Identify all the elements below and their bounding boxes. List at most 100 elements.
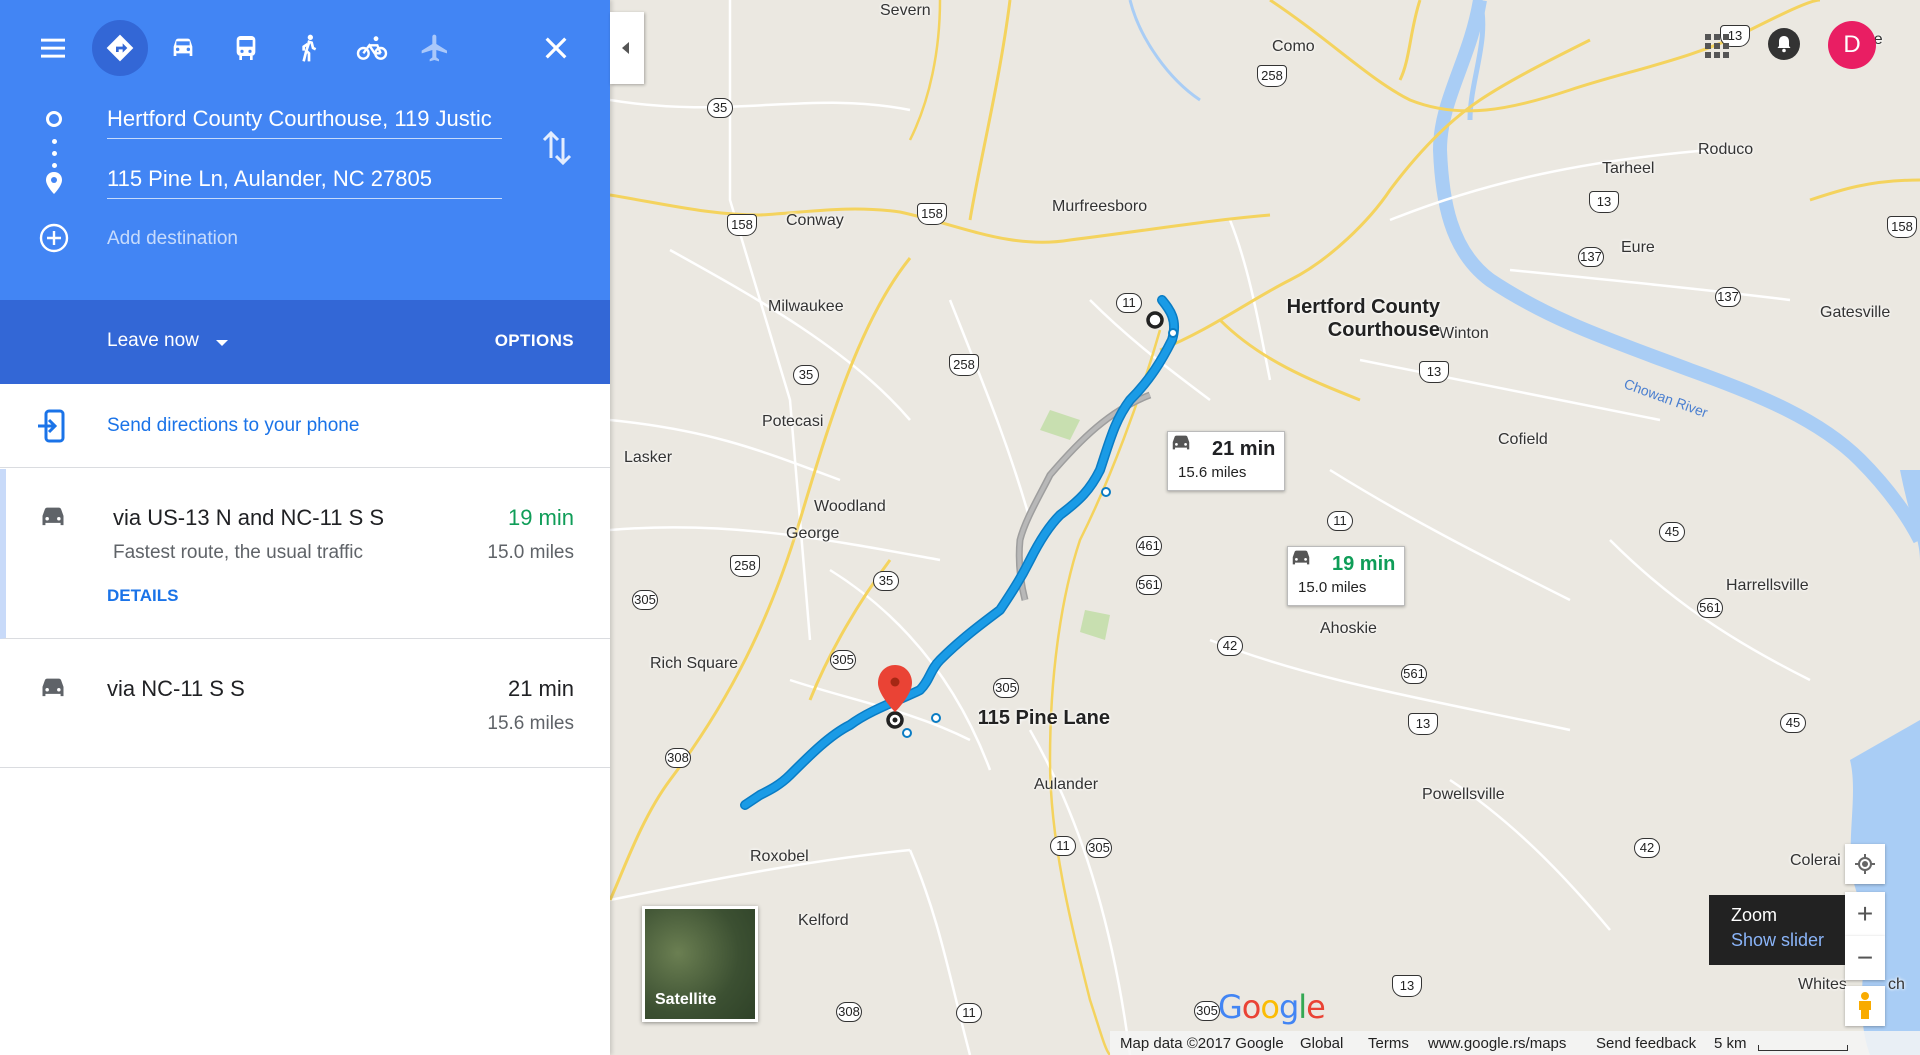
leave-now-dropdown[interactable]: Leave now	[107, 330, 199, 352]
satellite-label: Satellite	[655, 991, 717, 1008]
route-shield: 11	[1116, 293, 1142, 313]
route-shield: 561	[1697, 598, 1723, 618]
place-label: Powellsville	[1422, 786, 1505, 803]
best-route-bubble[interactable]: 19 min 15.0 miles	[1287, 546, 1405, 606]
origin-marker-icon	[46, 111, 62, 127]
place-label: Tarheel	[1602, 160, 1655, 177]
apps-grid-icon[interactable]	[1704, 33, 1730, 59]
place-label: Conway	[786, 212, 844, 229]
directions-header: Hertford County Courthouse, 119 Justic 1…	[0, 0, 610, 300]
route-shield: 305	[1086, 838, 1112, 858]
logo-letter: o	[1260, 988, 1280, 1026]
car-icon	[42, 678, 64, 697]
bubble-duration: 19 min	[1332, 553, 1396, 575]
swap-icon[interactable]	[540, 128, 574, 168]
send-to-phone-link[interactable]: Send directions to your phone	[107, 415, 359, 437]
global-link[interactable]: Global	[1300, 1035, 1343, 1052]
flight-icon[interactable]	[407, 20, 463, 76]
transit-icon[interactable]	[218, 20, 274, 76]
zoom-in-button[interactable]: +	[1845, 892, 1885, 936]
add-destination-icon[interactable]	[38, 222, 70, 254]
add-destination-field[interactable]: Add destination	[107, 228, 238, 250]
route-shield: 11	[956, 1003, 982, 1023]
destination-pin-icon	[46, 172, 62, 194]
place-label: Harrellsville	[1726, 577, 1809, 594]
route-shield: 305	[830, 650, 856, 670]
origin-label: Hertford County Courthouse	[1210, 296, 1440, 342]
car-icon[interactable]	[155, 20, 211, 76]
route-shield: 308	[836, 1002, 862, 1022]
alt-route-bubble[interactable]: 21 min 15.6 miles	[1167, 431, 1285, 491]
zoom-tooltip: Zoom Show slider	[1709, 895, 1845, 965]
route-shield: 42	[1634, 838, 1660, 858]
caret-down-icon[interactable]	[216, 340, 228, 346]
place-label: Como	[1272, 38, 1315, 55]
route-shield: 11	[1327, 511, 1353, 531]
departure-options-bar: Leave now OPTIONS	[0, 300, 610, 384]
collapse-panel-button[interactable]	[610, 12, 644, 84]
logo-letter: o	[1241, 988, 1262, 1026]
place-label: Aulander	[1034, 776, 1099, 793]
route-shield: 11	[1050, 836, 1076, 856]
logo-letter: g	[1278, 988, 1299, 1026]
map-footer: Map data ©2017 Google Global Terms www.g…	[1110, 1031, 1920, 1055]
route-shield: 35	[873, 571, 899, 591]
route-description: Fastest route, the usual traffic	[113, 542, 363, 563]
my-location-icon	[1855, 854, 1875, 874]
route-dot	[52, 151, 57, 156]
terms-link[interactable]: Terms	[1368, 1035, 1409, 1052]
route-option-2[interactable]: via NC-11 S S 21 min 15.6 miles	[0, 640, 610, 768]
car-icon	[1172, 435, 1190, 450]
route-shield: 258	[1257, 65, 1287, 87]
route-distance: 15.0 miles	[487, 542, 574, 563]
bubble-duration: 21 min	[1212, 438, 1276, 460]
scale-label[interactable]: 5 km	[1714, 1035, 1747, 1052]
show-slider-link[interactable]: Show slider	[1731, 930, 1845, 951]
options-button[interactable]: OPTIONS	[495, 331, 574, 351]
send-to-phone-row[interactable]: Send directions to your phone	[0, 384, 610, 468]
directions-icon[interactable]	[92, 20, 148, 76]
place-label: Roxobel	[750, 848, 809, 865]
place-label: Cofield	[1498, 431, 1548, 448]
route-shield: 258	[730, 555, 760, 577]
route-title: via US-13 N and NC-11 S S	[113, 505, 385, 530]
my-location-button[interactable]	[1845, 844, 1885, 884]
route-shield: 305	[1194, 1001, 1220, 1021]
menu-icon[interactable]	[25, 20, 81, 76]
place-label: ch	[1888, 976, 1905, 993]
satellite-toggle[interactable]: Satellite	[642, 906, 758, 1022]
send-to-phone-icon	[38, 409, 65, 443]
logo-letter: G	[1218, 988, 1243, 1026]
route-shield: 137	[1715, 287, 1741, 307]
destination-label: 115 Pine Lane	[977, 707, 1110, 729]
route-shield: 35	[707, 98, 733, 118]
details-link[interactable]: DETAILS	[107, 586, 178, 606]
walk-icon[interactable]	[281, 20, 337, 76]
route-title: via NC-11 S S	[107, 676, 245, 701]
notifications-bell-icon[interactable]	[1768, 28, 1800, 60]
place-label: Ahoskie	[1320, 620, 1377, 637]
send-feedback-link[interactable]: Send feedback	[1596, 1035, 1696, 1052]
place-label: Kelford	[798, 912, 849, 929]
map-data-attribution: Map data ©2017 Google	[1120, 1035, 1284, 1052]
destination-input[interactable]: 115 Pine Ln, Aulander, NC 27805	[107, 159, 502, 199]
bubble-distance: 15.0 miles	[1298, 579, 1367, 596]
close-icon[interactable]	[528, 20, 584, 76]
place-label: Potecasi	[762, 413, 824, 430]
route-shield: 13	[1589, 191, 1619, 213]
directions-panel: Hertford County Courthouse, 119 Justic 1…	[0, 0, 610, 1055]
place-label: George	[786, 525, 840, 542]
pegman-icon	[1859, 992, 1871, 1019]
user-avatar[interactable]: D	[1828, 21, 1876, 69]
bubble-distance: 15.6 miles	[1178, 464, 1247, 481]
site-link[interactable]: www.google.rs/maps	[1428, 1035, 1566, 1052]
route-option-1[interactable]: via US-13 N and NC-11 S S 19 min Fastest…	[0, 469, 610, 639]
route-duration: 21 min	[507, 676, 574, 701]
car-icon	[42, 507, 64, 526]
bike-icon[interactable]	[344, 20, 400, 76]
origin-input[interactable]: Hertford County Courthouse, 119 Justic	[107, 99, 502, 139]
place-label: Winton	[1439, 325, 1489, 342]
zoom-out-button[interactable]: −	[1845, 936, 1885, 980]
street-view-pegman[interactable]	[1845, 986, 1885, 1026]
route-shield: 561	[1401, 664, 1427, 684]
